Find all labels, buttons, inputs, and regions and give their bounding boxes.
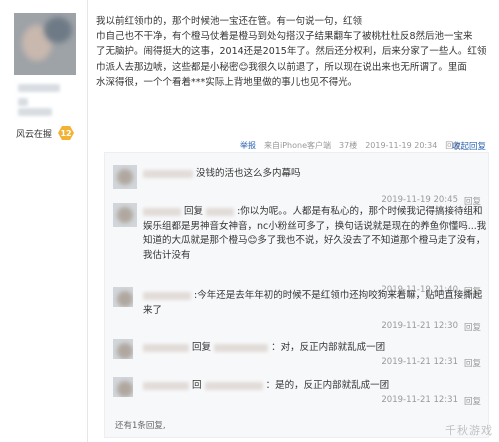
reply-meta: 2019-11-21 12:31 回复	[381, 395, 481, 407]
author-panel: 风云在握 12	[0, 0, 88, 442]
post-content: 我以前红领巾的，那个时候池一宝还在管。有一句说一句，红领 巾自己也不干净，有个橙…	[96, 14, 496, 90]
reply-time: 2019-11-21 12:30	[381, 321, 458, 331]
reply-avatar[interactable]	[113, 377, 133, 397]
post-line: 我以前红领巾的，那个时候池一宝还在管。有一句说一句，红领	[96, 16, 363, 27]
reply-content: 回复 ：对，反正内部就乱成一团	[143, 341, 488, 356]
blurred-mention[interactable]	[204, 381, 263, 390]
reply-content: 回 ：是的，反正内部就乱成一团	[143, 379, 488, 394]
reply-thread: 没钱的活也这么多内幕吗 2019-11-19 20:45 回复 回复 :你以为呢…	[104, 152, 489, 438]
user-level: 风云在握 12	[16, 126, 75, 140]
blurred-username[interactable]	[18, 84, 60, 92]
reply-content: 回复 :你以为呢。。人都是有私心的，那个时候我记得搞接待组和娱乐组都是男神音女神…	[143, 205, 488, 263]
avatar-blur-2	[44, 17, 72, 43]
reply-prefix: 回复	[184, 206, 204, 217]
reply-prefix: 回	[192, 380, 202, 391]
reply-prefix: 回复	[192, 342, 212, 353]
reply-content: :今年还是去年年初的时候不是红领巾还拘咬狗来着嘛，贴吧直接撕起来了	[143, 289, 488, 318]
post-line: 了无脑护。闹得挺大的这事，2014还是2015年了。然后还分权利，后来分家了一些…	[96, 46, 487, 58]
report-link[interactable]: 举报	[240, 140, 256, 151]
post-time: 2019-11-19 20:34	[365, 141, 438, 150]
reply-text: ：是的，反正内部就乱成一团	[265, 380, 390, 391]
reply-avatar[interactable]	[113, 203, 137, 227]
level-title: 风云在握	[16, 129, 53, 140]
reply-content: 没钱的活也这么多内幕吗	[143, 167, 488, 182]
post-footer: 举报 来自iPhone客户端 37楼 2019-11-19 20:34 回复	[240, 140, 461, 151]
reply-avatar[interactable]	[113, 339, 133, 359]
more-replies-link[interactable]: 还有1条回复,	[115, 419, 166, 431]
blurred-mention[interactable]	[214, 343, 269, 352]
collapse-replies-link[interactable]: 收起回复	[452, 140, 486, 152]
reply-text: :今年还是去年年初的时候不是红领巾还拘咬狗来着嘛，贴吧直接撕起来了	[143, 290, 483, 316]
reply-meta: 2019-11-21 12:30 回复	[381, 321, 481, 333]
reply-time: 2019-11-21 12:31	[381, 357, 458, 367]
blurred-username[interactable]	[143, 207, 181, 216]
reply-avatar[interactable]	[113, 287, 133, 307]
post-line: 水深得很，一个个看着***实际上背地里做的事儿也见不得光。	[96, 76, 358, 88]
reply-text: 没钱的活也这么多内幕吗	[196, 168, 301, 179]
reply-avatar[interactable]	[113, 165, 137, 189]
reply-button[interactable]: 回复	[464, 321, 481, 333]
post-line: 巾派人去那边唬，这些都是小秘密😊我很久以前退了，所以现在说出来也无所谓了。里面	[96, 61, 467, 73]
watermark: 千秋游戏	[445, 424, 493, 437]
reply-time: 2019-11-21 12:31	[381, 395, 458, 405]
reply-button[interactable]: 回复	[464, 395, 481, 407]
reply-meta: 2019-11-21 12:31 回复	[381, 357, 481, 369]
blurred-username[interactable]	[143, 291, 191, 300]
reply-button[interactable]: 回复	[464, 357, 481, 369]
blurred-username[interactable]	[143, 381, 189, 390]
post-floor: 37楼	[339, 141, 358, 150]
blurred-username[interactable]	[143, 343, 189, 352]
avatar[interactable]	[14, 13, 76, 75]
post-line: 巾自己也不干净，有个橙马仗着是橙马到处勾搭汉子结果翻车了被桃杜杜反8然后池一宝来	[96, 31, 473, 43]
level-badge: 12	[58, 126, 75, 140]
post-source: 来自iPhone客户端	[264, 141, 332, 150]
reply-text: ：对，反正内部就乱成一团	[271, 342, 386, 353]
blurred-info	[18, 108, 52, 116]
blurred-mention[interactable]	[206, 207, 235, 216]
blurred-username[interactable]	[143, 169, 193, 178]
blurred-icon	[18, 98, 28, 106]
